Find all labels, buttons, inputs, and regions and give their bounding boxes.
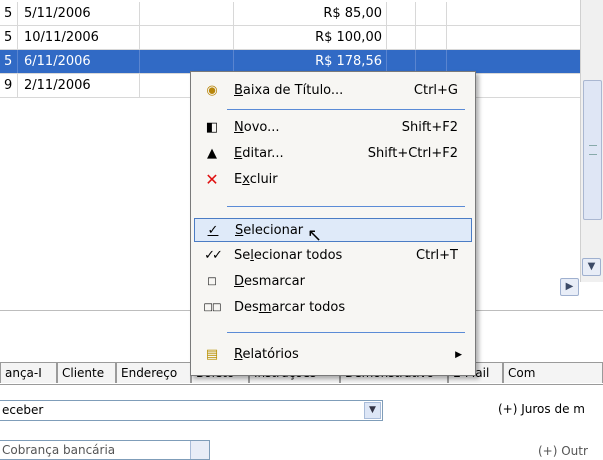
value-cell: R$ 178,56 <box>234 50 387 73</box>
empty-cell <box>387 2 416 25</box>
menu-item-label: Desmarcar <box>234 274 305 289</box>
shortcut-label: Ctrl+T <box>416 248 458 263</box>
due-date-cell: 10/11/2006 <box>18 26 140 49</box>
empty-cell <box>416 50 447 73</box>
account-select-value: eceber <box>2 403 44 417</box>
menu-item-desmarcar[interactable]: □ Desmarcar <box>194 270 472 294</box>
money-bag-icon: ◉ <box>206 83 218 98</box>
empty-box-icon: □ <box>207 276 217 287</box>
due-date-cell: 2/11/2006 <box>18 74 140 97</box>
tab-endereco[interactable]: Endereço <box>116 362 191 383</box>
menu-separator <box>227 206 465 207</box>
scroll-thumb[interactable] <box>583 80 602 220</box>
table-row[interactable]: 5 5/11/2006 R$ 85,00 <box>0 2 580 26</box>
menu-item-label: Editar... <box>234 146 284 161</box>
empty-cell <box>387 50 416 73</box>
row-number: 5 <box>0 26 18 49</box>
table-row[interactable]: 5 10/11/2006 R$ 100,00 <box>0 26 580 50</box>
report-icon: ▤ <box>205 347 219 362</box>
menu-item-label: Desmarcar todos <box>234 300 346 315</box>
menu-item-excluir[interactable]: ✕ Excluir <box>194 168 472 192</box>
menu-item-label: Selecionar <box>235 223 304 238</box>
chevron-down-icon[interactable]: ▼ <box>364 402 381 419</box>
menu-item-label: Excluir <box>234 172 278 187</box>
new-record-icon: ◧ <box>205 120 219 135</box>
menu-item-selecionar[interactable]: ✓ Selecionar <box>194 218 472 242</box>
account-select[interactable]: eceber ▼ <box>0 400 383 421</box>
scroll-down-button[interactable]: ▼ <box>582 258 601 276</box>
delete-x-icon: ✕ <box>205 170 219 189</box>
scroll-right-button[interactable]: ▶ <box>560 278 579 296</box>
menu-item-label: Novo... <box>234 120 280 135</box>
menu-item-baixa[interactable]: ◉ Baixa de Título... Ctrl+G <box>194 79 472 103</box>
second-select-value: Cobrança bancária <box>2 443 116 457</box>
menu-item-novo[interactable]: ◧ Novo... Shift+F2 <box>194 116 472 140</box>
check-icon: ✓ <box>207 223 219 238</box>
second-select[interactable]: Cobrança bancária <box>0 440 210 460</box>
menu-item-desmarcar-todos[interactable]: □□ Desmarcar todos <box>194 296 472 320</box>
menu-item-relatorios[interactable]: ▤ Relatórios ▶ <box>194 343 472 367</box>
due-date-cell: 6/11/2006 <box>18 50 140 73</box>
context-menu: ◉ Baixa de Título... Ctrl+G ◧ Novo... Sh… <box>190 71 476 376</box>
tab-cobranca[interactable]: ança-I <box>0 362 57 383</box>
menu-item-label: Baixa de Título... <box>234 83 344 98</box>
menu-item-editar[interactable]: ▲ Editar... Shift+Ctrl+F2 <box>194 142 472 166</box>
tab-cliente[interactable]: Cliente <box>57 362 116 383</box>
value-cell: R$ 100,00 <box>234 26 387 49</box>
empty-cell <box>135 50 234 73</box>
chevron-down-icon[interactable] <box>190 441 209 459</box>
double-box-icon: □□ <box>203 302 222 313</box>
row-number: 9 <box>0 74 18 97</box>
mouse-cursor-icon: ↖ <box>307 225 323 246</box>
submenu-arrow-icon: ▶ <box>455 350 462 360</box>
due-date-cell: 5/11/2006 <box>18 2 140 25</box>
empty-cell <box>416 2 447 25</box>
menu-item-label: Selecionar todos <box>234 248 343 263</box>
empty-cell <box>416 26 447 49</box>
empty-cell <box>387 26 416 49</box>
vertical-scrollbar[interactable] <box>580 0 603 282</box>
menu-item-selecionar-todos[interactable]: ✓✓ Selecionar todos Ctrl+T <box>194 244 472 268</box>
menu-item-label: Relatórios <box>234 347 299 362</box>
shortcut-label: Shift+Ctrl+F2 <box>367 146 458 161</box>
row-number: 5 <box>0 50 18 73</box>
empty-cell <box>135 2 234 25</box>
menu-separator <box>227 332 465 333</box>
tab-com[interactable]: Com <box>503 362 603 383</box>
empty-cell <box>135 26 234 49</box>
menu-separator <box>227 109 465 110</box>
shortcut-label: Shift+F2 <box>401 120 458 135</box>
value-cell: R$ 85,00 <box>234 2 387 25</box>
row-number: 5 <box>0 2 18 25</box>
double-check-icon: ✓✓ <box>204 248 223 263</box>
juros-label: (+) Juros de m <box>498 402 585 416</box>
shortcut-label: Ctrl+G <box>413 83 458 98</box>
edit-triangle-icon: ▲ <box>207 146 217 161</box>
grip-icon <box>589 145 597 155</box>
